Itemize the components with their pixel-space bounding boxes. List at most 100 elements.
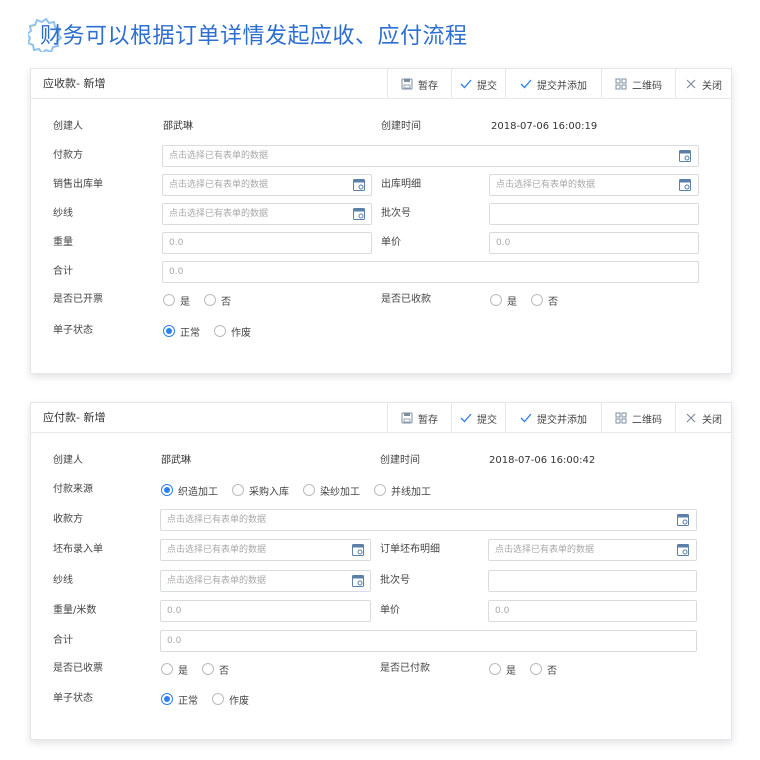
sales-outbound-label: 销售出库单: [53, 179, 103, 190]
radio-label: 正常: [180, 327, 200, 339]
invoice-received-label: 是否已收票: [53, 663, 103, 674]
radio-selected-icon: [163, 325, 175, 337]
outbound-detail-picker-input[interactable]: [489, 174, 699, 196]
payment-source-row: 付款来源 织造加工 采购入库 染纱加工 并线加工: [31, 478, 731, 502]
status-normal-radio[interactable]: 正常: [161, 692, 198, 707]
qr-code-button[interactable]: 二维码: [601, 403, 675, 433]
picker-icon[interactable]: [679, 150, 691, 162]
total-input[interactable]: [162, 261, 699, 283]
close-button[interactable]: 关闭: [675, 69, 731, 99]
source-twisting-radio[interactable]: 并线加工: [374, 483, 431, 498]
creator-label: 创建人: [53, 455, 83, 466]
save-draft-button[interactable]: 暂存: [387, 69, 451, 99]
radio-label: 并线加工: [391, 486, 431, 498]
payable-toolbar: 暂存 提交 提交并添加 二维码 关闭: [387, 403, 731, 433]
status-radio-group: 正常 作废: [161, 687, 263, 711]
created-time-label: 创建时间: [381, 121, 421, 132]
close-button[interactable]: 关闭: [675, 403, 731, 433]
created-time-value: 2018-07-06 16:00:42: [489, 455, 596, 466]
picker-icon[interactable]: [352, 575, 364, 587]
creator-row: 创建人 邵武琳 创建时间 2018-07-06 16:00:19: [31, 115, 731, 139]
close-icon: [686, 413, 696, 423]
paid-yes-radio[interactable]: 是: [489, 662, 516, 677]
collected-yes-radio[interactable]: 是: [490, 293, 517, 308]
payer-picker-input[interactable]: [162, 145, 699, 167]
source-dyeing-radio[interactable]: 染纱加工: [303, 483, 360, 498]
save-draft-button[interactable]: 暂存: [387, 403, 451, 433]
check-icon: [520, 79, 532, 89]
radio-label: 否: [219, 665, 229, 677]
yarn-picker-input[interactable]: [162, 203, 372, 225]
close-label: 关闭: [702, 414, 722, 426]
weight-meters-input[interactable]: [160, 600, 371, 622]
payee-picker-input[interactable]: [160, 509, 697, 531]
weight-row: 重量 单价: [31, 231, 731, 255]
qr-code-icon: [615, 78, 627, 90]
greige-entry-picker-input[interactable]: [160, 539, 371, 561]
receivable-card-title: 应收款- 新增: [43, 77, 106, 90]
invoice-received-yes-radio[interactable]: 是: [161, 662, 188, 677]
qr-code-button[interactable]: 二维码: [601, 69, 675, 99]
invoiced-yes-radio[interactable]: 是: [163, 293, 190, 308]
payer-label: 付款方: [53, 150, 83, 161]
total-row: 合计: [31, 260, 731, 284]
picker-icon[interactable]: [353, 208, 365, 220]
unit-price-input[interactable]: [489, 232, 699, 254]
radio-circle-icon: [374, 484, 386, 496]
radio-circle-icon: [212, 693, 224, 705]
save-icon: [401, 78, 413, 90]
total-input[interactable]: [160, 630, 697, 652]
source-purchase-radio[interactable]: 采购入库: [232, 483, 289, 498]
status-void-radio[interactable]: 作废: [214, 324, 251, 339]
invoice-received-no-radio[interactable]: 否: [202, 662, 229, 677]
submit-button[interactable]: 提交: [451, 69, 505, 99]
order-greige-detail-picker-input[interactable]: [488, 539, 697, 561]
greige-entry-label: 坯布录入单: [53, 544, 103, 555]
payable-card-header: 应付款- 新增 暂存 提交 提交并添加 二维码 关闭: [31, 403, 731, 433]
creator-row: 创建人 邵武琳 创建时间 2018-07-06 16:00:42: [31, 449, 731, 473]
radio-label: 织造加工: [178, 486, 218, 498]
radio-circle-icon: [161, 663, 173, 675]
picker-icon[interactable]: [353, 179, 365, 191]
submit-button[interactable]: 提交: [451, 403, 505, 433]
creator-label: 创建人: [53, 121, 83, 132]
yarn-row: 纱线 批次号: [31, 569, 731, 593]
picker-icon[interactable]: [677, 544, 689, 556]
greige-entry-row: 坯布录入单 订单坯布明细: [31, 538, 731, 562]
source-weaving-radio[interactable]: 织造加工: [161, 483, 218, 498]
picker-icon[interactable]: [679, 179, 691, 191]
batch-input[interactable]: [489, 203, 699, 225]
receivable-card-header: 应收款- 新增 暂存 提交 提交并添加 二维码 关闭: [31, 69, 731, 99]
created-time-label: 创建时间: [380, 455, 420, 466]
total-label: 合计: [53, 635, 73, 646]
close-icon: [686, 79, 696, 89]
status-label: 单子状态: [53, 325, 93, 336]
paid-radio-group: 是 否: [489, 657, 571, 681]
sales-outbound-picker-input[interactable]: [162, 174, 372, 196]
paid-no-radio[interactable]: 否: [530, 662, 557, 677]
payment-source-label: 付款来源: [53, 484, 93, 495]
weight-input[interactable]: [162, 232, 372, 254]
invoice-received-radio-group: 是 否: [161, 657, 243, 681]
heading-text: 财务可以根据订单详情发起应收、应付流程: [40, 24, 468, 49]
invoiced-no-radio[interactable]: 否: [204, 293, 231, 308]
submit-and-add-button[interactable]: 提交并添加: [505, 69, 601, 99]
picker-icon[interactable]: [677, 514, 689, 526]
radio-selected-icon: [161, 693, 173, 705]
status-normal-radio[interactable]: 正常: [163, 324, 200, 339]
status-void-radio[interactable]: 作废: [212, 692, 249, 707]
payable-card-title: 应付款- 新增: [43, 411, 106, 424]
submit-and-add-button[interactable]: 提交并添加: [505, 403, 601, 433]
order-greige-detail-label: 订单坯布明细: [380, 544, 440, 555]
radio-label: 作废: [229, 695, 249, 707]
batch-input[interactable]: [488, 570, 697, 592]
picker-icon[interactable]: [352, 544, 364, 556]
payment-source-radio-group: 织造加工 采购入库 染纱加工 并线加工: [161, 478, 445, 502]
status-radio-group: 正常 作废: [163, 319, 265, 343]
outbound-detail-label: 出库明细: [381, 179, 421, 190]
yarn-picker-input[interactable]: [160, 570, 371, 592]
qr-code-label: 二维码: [632, 80, 662, 92]
batch-label: 批次号: [380, 575, 410, 586]
unit-price-input[interactable]: [488, 600, 697, 622]
collected-no-radio[interactable]: 否: [531, 293, 558, 308]
